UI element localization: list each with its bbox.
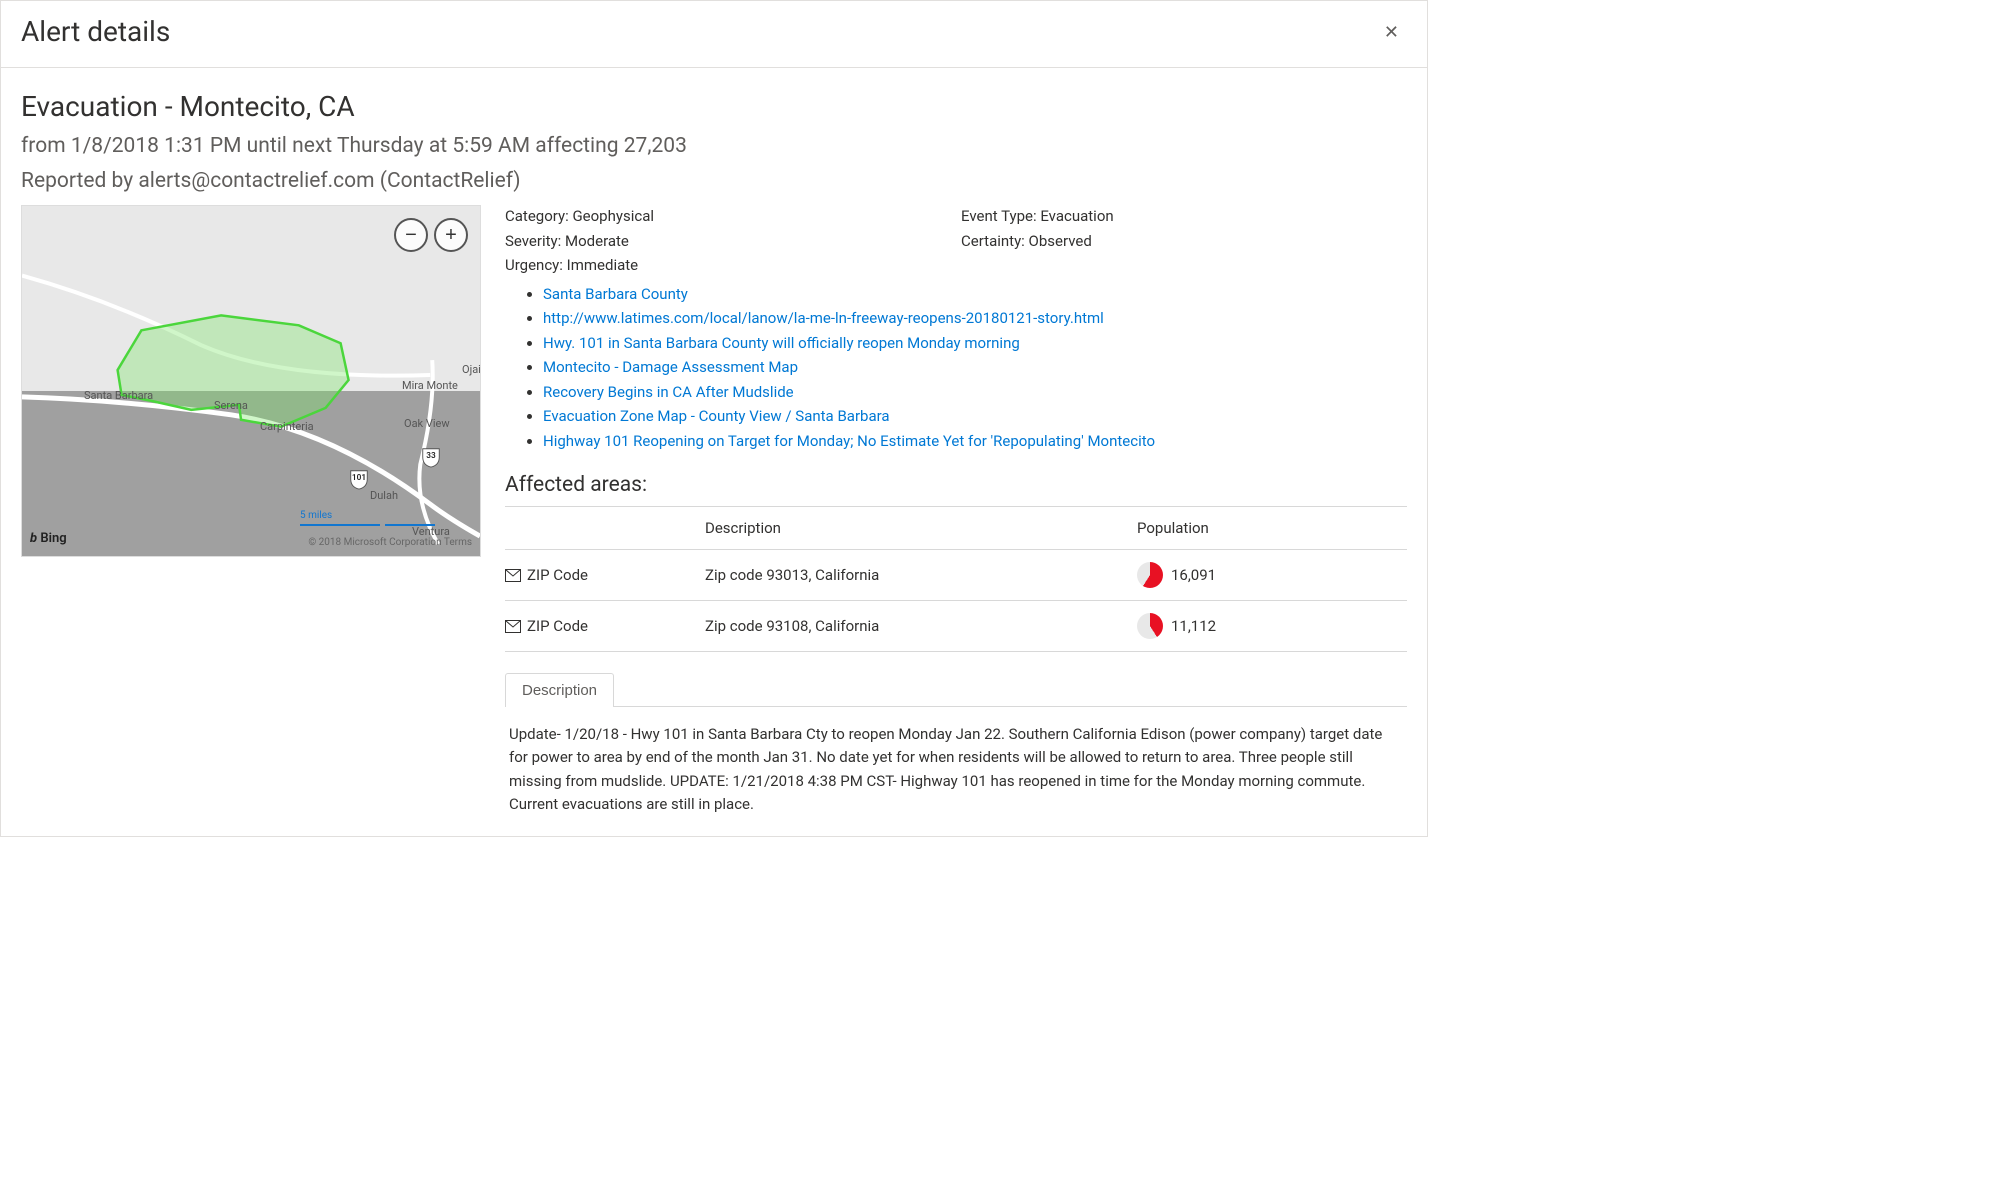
map-label-ojai: Ojai [462,362,481,379]
population-pie-icon [1137,613,1163,639]
info-column: Category: Geophysical Event Type: Evacua… [505,205,1407,816]
map-label-carpinteria: Carpinteria [260,419,314,436]
area-type-cell: ZIP Code [505,550,705,601]
list-item: http://www.latimes.com/local/lanow/la-me… [543,307,1407,330]
list-item: Hwy. 101 in Santa Barbara County will of… [543,332,1407,355]
table-header-population: Population [1137,506,1407,550]
close-button[interactable]: ✕ [1376,18,1407,47]
hwy-shield-33-icon: 33 [420,446,442,468]
alert-time-range: from 1/8/2018 1:31 PM until next Thursda… [21,131,1407,163]
meta-severity: Severity: Moderate [505,230,951,253]
reference-link[interactable]: http://www.latimes.com/local/lanow/la-me… [543,309,1104,327]
list-item: Highway 101 Reopening on Target for Mond… [543,430,1407,453]
reference-link[interactable]: Montecito - Damage Assessment Map [543,358,798,376]
population-pie-icon [1137,562,1163,588]
envelope-icon [505,569,521,582]
reference-link[interactable]: Santa Barbara County [543,285,688,303]
zoom-in-button[interactable]: + [434,218,468,252]
tab-description[interactable]: Description [505,673,614,707]
list-item: Santa Barbara County [543,283,1407,306]
area-type-label: ZIP Code [527,615,588,638]
area-type-cell: ZIP Code [505,601,705,652]
alert-details-dialog: Alert details ✕ Evacuation - Montecito, … [0,0,1428,837]
reference-link[interactable]: Evacuation Zone Map - County View / Sant… [543,407,890,425]
map-label-oak-view: Oak View [404,416,450,433]
list-item: Montecito - Damage Assessment Map [543,356,1407,379]
hwy-shield-101-icon: 101 [348,468,370,490]
area-description-cell: Zip code 93013, California [705,550,1137,601]
dialog-header: Alert details ✕ [1,1,1427,68]
bing-map[interactable]: Santa Barbara Serena Carpinteria Ojai Mi… [21,205,481,557]
reference-links: Santa Barbara County http://www.latimes.… [505,283,1407,453]
map-label-serena: Serena [214,398,248,415]
meta-eventtype: Event Type: Evacuation [961,205,1407,228]
affected-areas-table: Description Population ZIP Code Zip code … [505,506,1407,653]
table-row: ZIP Code Zip code 93108, California 11,112 [505,601,1407,652]
reference-link[interactable]: Recovery Begins in CA After Mudslide [543,383,794,401]
meta-urgency: Urgency: Immediate [505,254,1407,277]
table-header-description: Description [705,506,1137,550]
reference-link[interactable]: Highway 101 Reopening on Target for Mond… [543,432,1155,450]
map-column: Santa Barbara Serena Carpinteria Ojai Mi… [21,205,481,816]
list-item: Evacuation Zone Map - County View / Sant… [543,405,1407,428]
reference-link[interactable]: Hwy. 101 in Santa Barbara County will of… [543,334,1020,352]
area-type-label: ZIP Code [527,564,588,587]
area-population-value: 11,112 [1171,615,1216,638]
area-description-cell: Zip code 93108, California [705,601,1137,652]
map-credit: © 2018 Microsoft Corporation Terms [308,535,472,550]
map-label-santa-barbara: Santa Barbara [84,388,153,405]
map-scale: 5 miles [300,508,380,526]
dialog-content: Evacuation - Montecito, CA from 1/8/2018… [1,68,1427,836]
meta-certainty: Certainty: Observed [961,230,1407,253]
meta-grid: Category: Geophysical Event Type: Evacua… [505,205,1407,279]
area-population-value: 16,091 [1171,564,1216,587]
dialog-title: Alert details [21,11,170,53]
description-body: Update- 1/20/18 - Hwy 101 in Santa Barba… [505,707,1407,816]
area-population-cell: 16,091 [1137,550,1407,601]
meta-category: Category: Geophysical [505,205,951,228]
zoom-out-button[interactable]: − [394,218,428,252]
affected-areas-title: Affected areas: [505,470,1407,502]
detail-tabs: Description [505,672,1407,707]
main-row: Santa Barbara Serena Carpinteria Ojai Mi… [21,205,1407,816]
svg-text:33: 33 [426,451,436,461]
envelope-icon [505,620,521,633]
alert-title: Evacuation - Montecito, CA [21,86,1407,128]
alert-reporter: Reported by alerts@contactrelief.com (Co… [21,166,1407,198]
table-row: ZIP Code Zip code 93013, California 16,091 [505,550,1407,601]
svg-text:101: 101 [352,473,366,483]
list-item: Recovery Begins in CA After Mudslide [543,381,1407,404]
bing-logo: b Bing [30,529,67,549]
map-label-mira-monte: Mira Monte [402,378,458,395]
area-population-cell: 11,112 [1137,601,1407,652]
map-label-dulah: Dulah [370,488,398,505]
map-zoom-controls: − + [394,218,468,252]
table-header-type [505,506,705,550]
